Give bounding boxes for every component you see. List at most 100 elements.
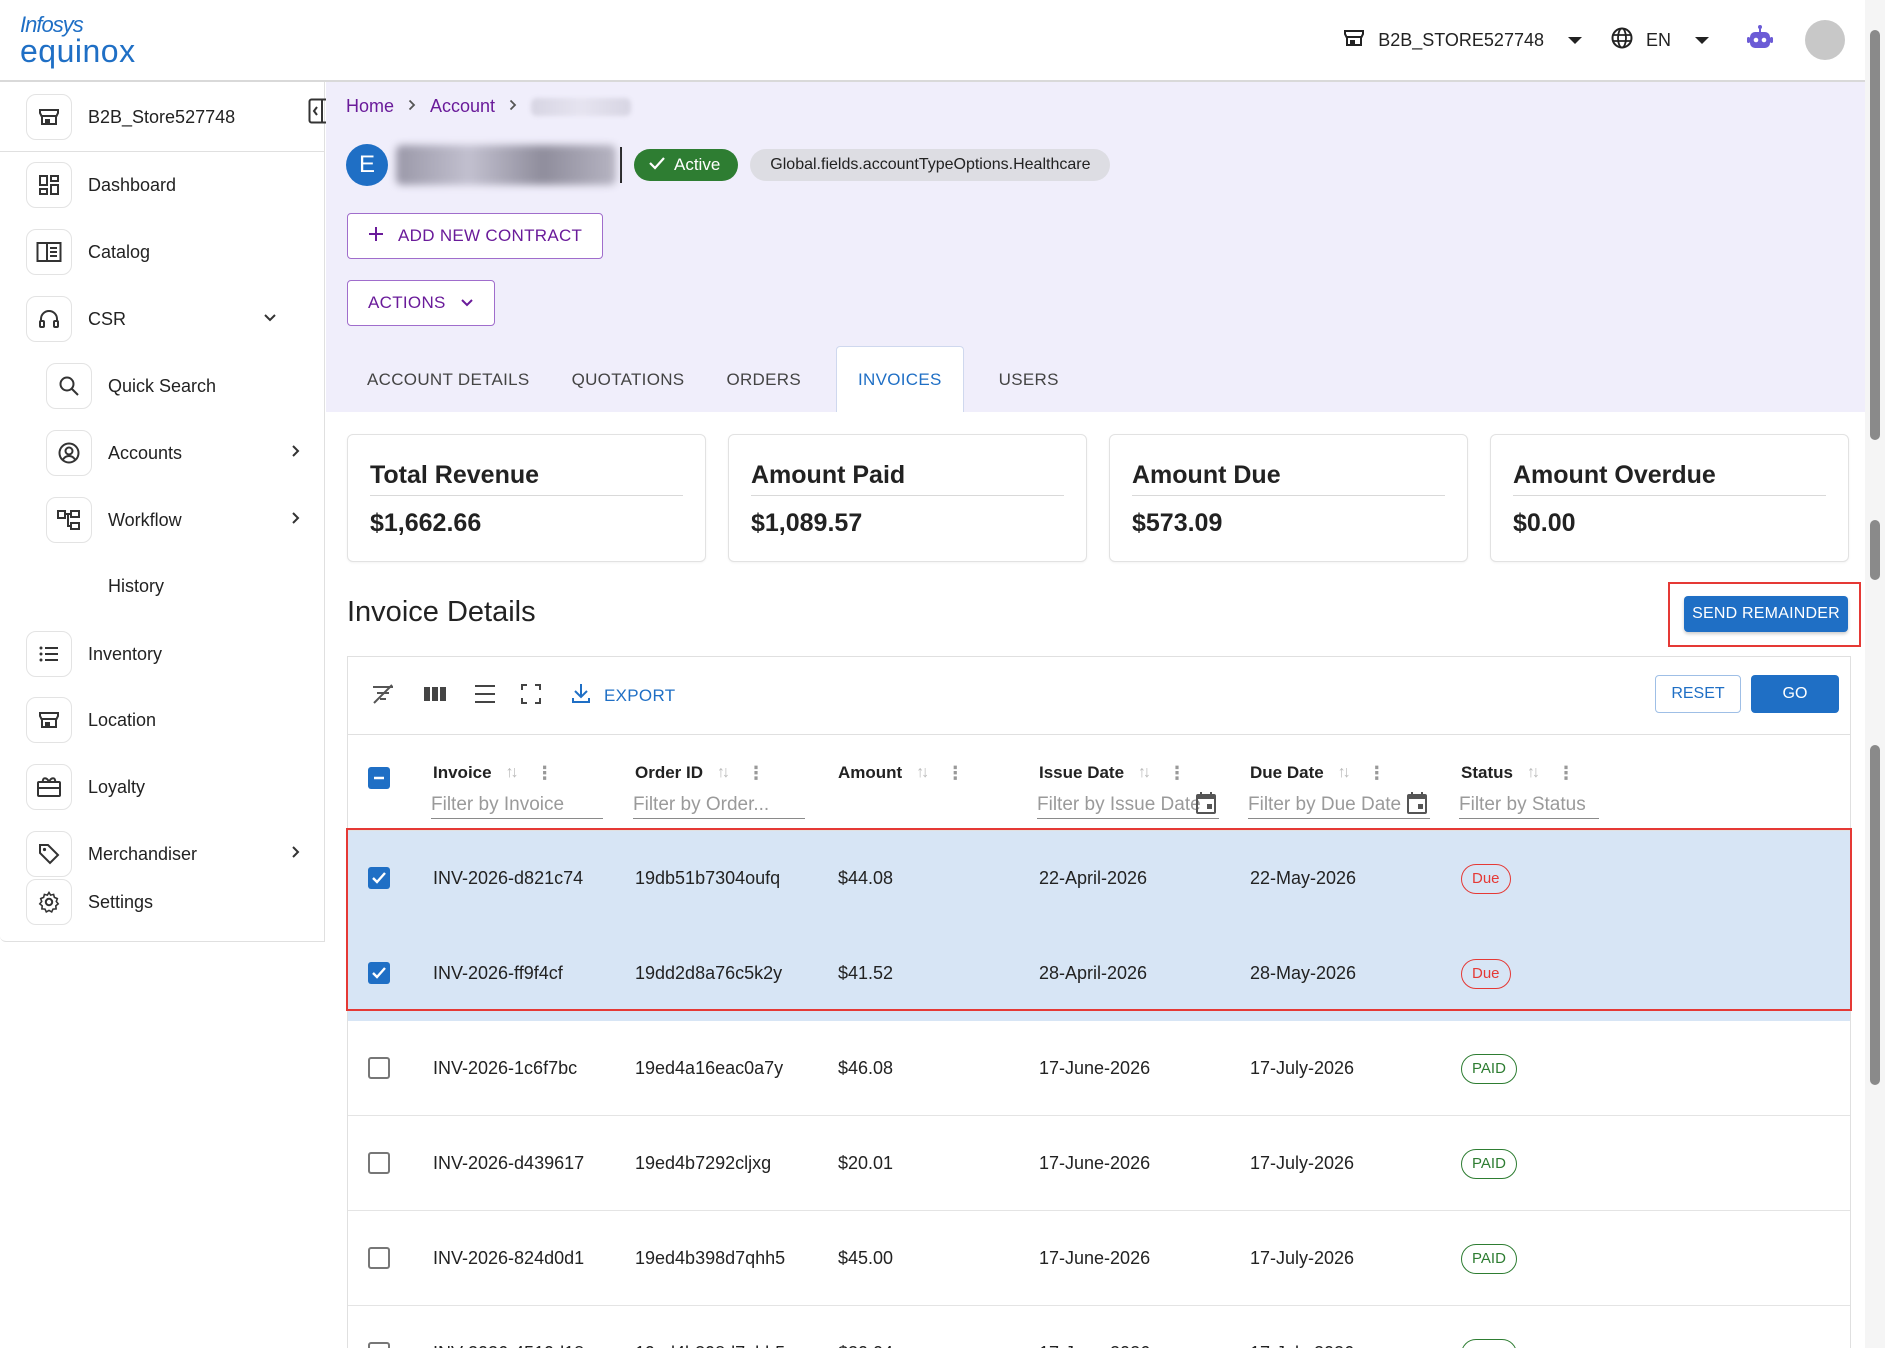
tab-users[interactable]: USERS bbox=[978, 348, 1080, 412]
account-tabs: ACCOUNT DETAILS QUOTATIONS ORDERS INVOIC… bbox=[346, 346, 1080, 412]
scrollbar-thumb[interactable] bbox=[1870, 745, 1880, 1085]
send-reminder-button[interactable]: SEND REMAINDER bbox=[1684, 596, 1848, 632]
sort-icon[interactable]: ↑↓ bbox=[1338, 764, 1351, 782]
headset-icon bbox=[26, 296, 72, 342]
breadcrumb-account[interactable]: Account bbox=[430, 96, 495, 117]
filter-issue-date-input[interactable]: Filter by Issue Date bbox=[1037, 791, 1219, 819]
scrollbar-thumb[interactable] bbox=[1870, 520, 1880, 580]
sort-icon[interactable]: ↑↓ bbox=[1527, 764, 1540, 782]
gear-icon bbox=[26, 879, 72, 925]
sidebar-item-inventory[interactable]: Inventory bbox=[26, 631, 325, 677]
fullscreen-icon[interactable] bbox=[518, 681, 544, 712]
sidebar-item-quick-search[interactable]: Quick Search bbox=[46, 363, 325, 409]
sort-icon[interactable]: ↑↓ bbox=[717, 764, 730, 782]
language-selector[interactable]: EN bbox=[1610, 26, 1709, 55]
column-header-amount[interactable]: Amount ↑↓ ⋮ bbox=[838, 763, 964, 783]
filter-due-date-input[interactable]: Filter by Due Date bbox=[1248, 791, 1430, 819]
scrollbar-thumb[interactable] bbox=[1870, 30, 1880, 440]
assistant-bot-icon[interactable] bbox=[1745, 23, 1775, 58]
sidebar-item-settings[interactable]: Settings bbox=[26, 879, 325, 925]
table-row[interactable]: INV-2026-824d0d1 19ed4b398d7qhh5 $45.00 … bbox=[348, 1211, 1850, 1306]
reset-button[interactable]: RESET bbox=[1655, 675, 1741, 713]
tab-orders[interactable]: ORDERS bbox=[705, 348, 822, 412]
row-checkbox[interactable] bbox=[368, 867, 390, 889]
row-checkbox[interactable] bbox=[368, 1057, 390, 1079]
tab-account-details[interactable]: ACCOUNT DETAILS bbox=[346, 348, 551, 412]
table-row[interactable]: INV-2026-ff9f4cf 19dd2d8a76c5k2y $41.52 … bbox=[348, 926, 1850, 1021]
export-button[interactable]: EXPORT bbox=[570, 681, 675, 710]
stat-card-title: Amount Overdue bbox=[1513, 461, 1716, 489]
clear-filters-icon[interactable] bbox=[370, 681, 396, 712]
sidebar-store[interactable]: B2B_Store527748 bbox=[26, 94, 235, 140]
add-new-contract-button[interactable]: ADD NEW CONTRACT bbox=[347, 213, 604, 259]
row-checkbox[interactable] bbox=[368, 962, 390, 984]
store-selector-label: B2B_STORE527748 bbox=[1378, 29, 1544, 50]
chevron-right-icon bbox=[509, 98, 517, 116]
tab-quotations[interactable]: QUOTATIONS bbox=[551, 348, 706, 412]
user-avatar[interactable] bbox=[1805, 20, 1845, 60]
sidebar-item-label: Inventory bbox=[88, 643, 163, 664]
account-avatar: E bbox=[346, 144, 388, 186]
column-menu-icon[interactable]: ⋮ bbox=[1557, 764, 1575, 782]
actions-button[interactable]: ACTIONS bbox=[347, 280, 495, 326]
store-selector[interactable]: B2B_STORE527748 bbox=[1342, 26, 1582, 55]
sidebar-item-history[interactable]: History bbox=[108, 576, 164, 597]
column-header-invoice[interactable]: Invoice ↑↓ ⋮ bbox=[433, 763, 554, 783]
sidebar-item-label: CSR bbox=[88, 308, 127, 329]
sort-icon[interactable]: ↑↓ bbox=[506, 764, 519, 782]
sidebar-item-label: Location bbox=[88, 709, 157, 730]
column-menu-icon[interactable]: ⋮ bbox=[946, 764, 964, 782]
breadcrumb-home[interactable]: Home bbox=[346, 96, 394, 117]
tab-invoices[interactable]: INVOICES bbox=[836, 346, 964, 412]
sort-icon[interactable]: ↑↓ bbox=[916, 764, 929, 782]
sidebar-item-accounts[interactable]: Accounts bbox=[46, 430, 325, 476]
column-menu-icon[interactable]: ⋮ bbox=[1368, 764, 1386, 782]
page-scrollbar[interactable] bbox=[1865, 0, 1885, 1348]
calendar-icon[interactable] bbox=[1406, 791, 1428, 821]
sidebar-item-workflow[interactable]: Workflow bbox=[46, 497, 325, 543]
chevron-right-icon bbox=[291, 511, 301, 530]
sidebar-item-label: History bbox=[108, 576, 165, 596]
column-header-issue-date[interactable]: Issue Date ↑↓ ⋮ bbox=[1039, 763, 1186, 783]
sidebar-item-merchandiser[interactable]: Merchandiser bbox=[26, 831, 325, 877]
filter-status-input[interactable]: Filter by Status bbox=[1459, 791, 1599, 819]
column-menu-icon[interactable]: ⋮ bbox=[747, 764, 765, 782]
stat-card-value: $1,662.66 bbox=[370, 509, 482, 537]
chevron-right-icon bbox=[291, 444, 301, 463]
table-row[interactable]: INV-2026-d439617 19ed4b7292cljxg $20.01 … bbox=[348, 1116, 1850, 1211]
cell-issue-date: 17-June-2026 bbox=[1039, 1058, 1151, 1078]
go-button[interactable]: GO bbox=[1751, 675, 1839, 713]
sidebar-store-label: B2B_Store527748 bbox=[88, 106, 236, 127]
select-all-checkbox[interactable] bbox=[368, 767, 390, 789]
sidebar-item-dashboard[interactable]: Dashboard bbox=[26, 162, 325, 208]
density-icon[interactable] bbox=[472, 681, 498, 712]
column-header-status[interactable]: Status ↑↓ ⋮ bbox=[1461, 763, 1575, 783]
columns-icon[interactable] bbox=[422, 681, 448, 712]
filter-invoice-input[interactable]: Filter by Invoice bbox=[431, 791, 603, 819]
row-checkbox[interactable] bbox=[368, 1247, 390, 1269]
stat-card-total-revenue: Total Revenue $1,662.66 bbox=[347, 434, 706, 562]
table-row[interactable]: INV-2026-d821c74 19db51b7304oufq $44.08 … bbox=[348, 831, 1850, 926]
column-header-order-id[interactable]: Order ID ↑↓ ⋮ bbox=[635, 763, 765, 783]
cell-invoice: INV-2026-1c6f7bc bbox=[433, 1058, 578, 1078]
row-checkbox[interactable] bbox=[368, 1342, 390, 1348]
column-menu-icon[interactable]: ⋮ bbox=[1168, 764, 1186, 782]
sidebar-item-location[interactable]: Location bbox=[26, 697, 325, 743]
sidebar-item-csr[interactable]: CSR bbox=[26, 296, 325, 342]
row-checkbox[interactable] bbox=[368, 1152, 390, 1174]
column-menu-icon[interactable]: ⋮ bbox=[536, 764, 554, 782]
sidebar-item-loyalty[interactable]: Loyalty bbox=[26, 764, 325, 810]
cell-status: PAID bbox=[1461, 1211, 1517, 1306]
plus-icon bbox=[368, 226, 384, 247]
sidebar-item-catalog[interactable]: Catalog bbox=[26, 229, 325, 275]
sort-icon[interactable]: ↑↓ bbox=[1138, 764, 1151, 782]
table-row[interactable]: INV-2026-1c6f7bc 19ed4a16eac0a7y $46.08 … bbox=[348, 1021, 1850, 1116]
table-row[interactable]: INV-2026-4519d18 19ed4b398d7qhh5 $20.04 … bbox=[348, 1306, 1850, 1348]
cell-status: Due bbox=[1461, 926, 1511, 1021]
filter-order-input[interactable]: Filter by Order... bbox=[633, 791, 805, 819]
send-reminder-highlight: SEND REMAINDER bbox=[1668, 582, 1861, 647]
column-header-due-date[interactable]: Due Date ↑↓ ⋮ bbox=[1250, 763, 1386, 783]
cell-amount: $41.52 bbox=[838, 963, 894, 983]
calendar-icon[interactable] bbox=[1195, 791, 1217, 821]
infosys-equinox-logo[interactable]: Infosys equinox bbox=[20, 14, 136, 68]
